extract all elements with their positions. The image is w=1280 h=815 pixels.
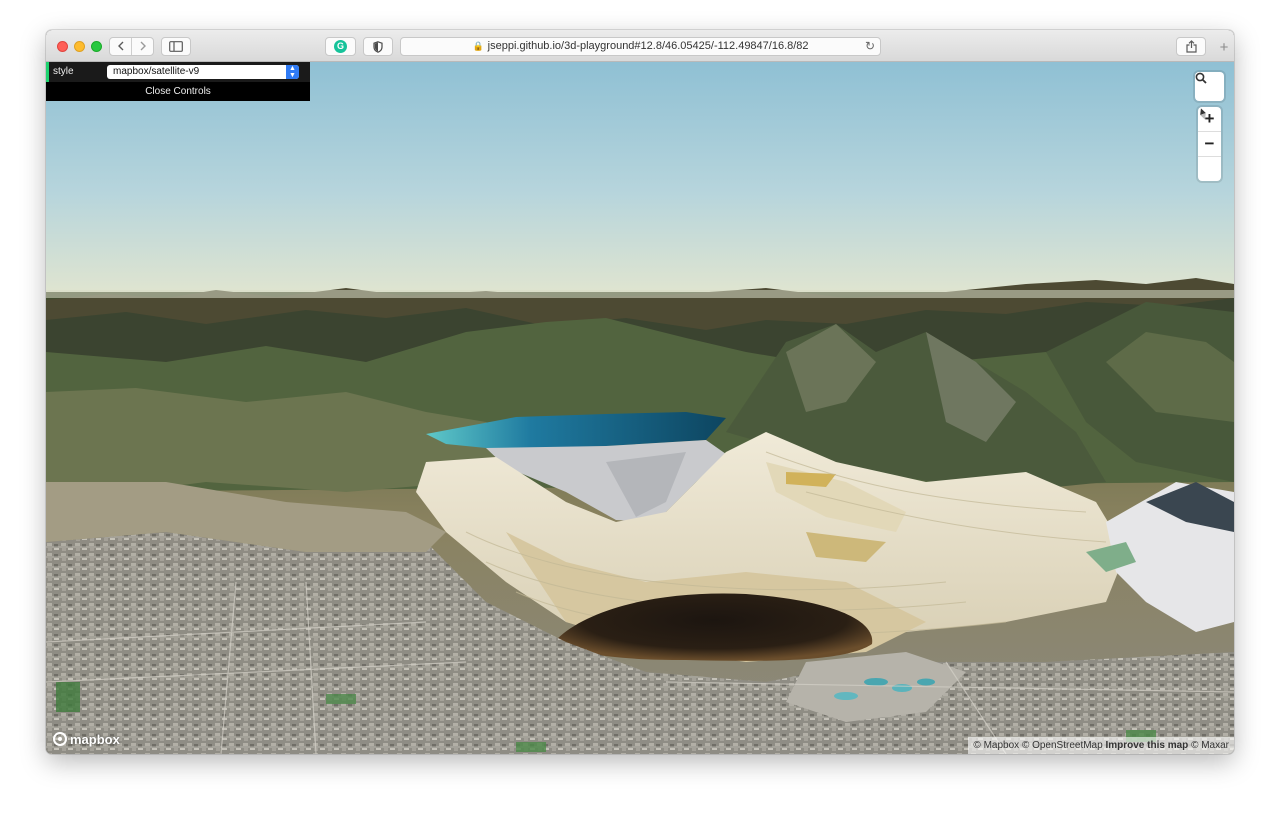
chevron-right-icon [140,41,146,51]
navigation-control: + − [1198,107,1221,181]
style-select-value: mapbox/satellite-v9 [113,66,200,77]
style-row: style mapbox/satellite-v9 ▲ ▼ [46,62,310,82]
attribution-mapbox-link[interactable]: © Mapbox [973,740,1019,751]
improve-map-link[interactable]: Improve this map [1105,740,1188,751]
attribution-osm-link[interactable]: © OpenStreetMap [1022,740,1103,751]
share-button[interactable] [1176,37,1206,56]
address-bar[interactable]: 🔒 jseppi.github.io/3d-playground#12.8/46.… [400,37,881,56]
reload-icon[interactable]: ↻ [865,38,875,55]
zoom-out-button[interactable]: − [1198,132,1221,157]
close-window-button[interactable] [57,41,68,52]
back-button[interactable] [110,38,131,55]
compass-button[interactable] [1198,108,1221,181]
grammarly-extension-button[interactable]: G [325,37,356,56]
close-controls-button[interactable]: Close Controls [46,82,310,101]
chevron-left-icon [117,41,123,51]
search-icon [1195,72,1207,84]
select-arrows-icon: ▲ ▼ [286,65,299,79]
minimize-window-button[interactable] [74,41,85,52]
shield-icon [373,40,383,53]
style-select[interactable]: mapbox/satellite-v9 ▲ ▼ [107,65,299,79]
forward-button[interactable] [132,38,153,55]
share-icon [1185,40,1197,53]
browser-toolbar: G 🔒 jseppi.github.io/3d-playground#12.8/4… [46,30,1234,62]
privacy-extension-button[interactable] [363,37,393,56]
compass-icon [1200,108,1206,120]
geocoder-search-button[interactable] [1195,72,1224,101]
sidebar-button[interactable] [161,37,191,56]
mapbox-logo[interactable]: mapbox [53,730,120,748]
browser-window: G 🔒 jseppi.github.io/3d-playground#12.8/4… [46,30,1234,754]
grammarly-icon: G [334,40,347,53]
address-text: 🔒 jseppi.github.io/3d-playground#12.8/46.… [401,38,880,55]
new-tab-button[interactable]: + [1214,39,1234,59]
style-label: style [53,66,74,77]
zoom-window-button[interactable] [91,41,102,52]
attribution-maxar-link[interactable]: © Maxar [1191,740,1229,751]
url-value: jseppi.github.io/3d-playground#12.8/46.0… [487,40,809,52]
sidebar-icon [169,41,183,52]
nav-buttons [109,37,154,56]
map-attribution: © Mapbox © OpenStreetMap Improve this ma… [968,737,1234,754]
mapbox-logo-text: mapbox [70,731,120,747]
map-canvas[interactable]: style mapbox/satellite-v9 ▲ ▼ Close Contr… [46,62,1234,754]
mapbox-logo-icon [53,732,67,746]
satellite-terrain-view [46,62,1234,754]
lock-icon: 🔒 [472,41,484,51]
controls-panel: style mapbox/satellite-v9 ▲ ▼ Close Contr… [46,62,310,101]
